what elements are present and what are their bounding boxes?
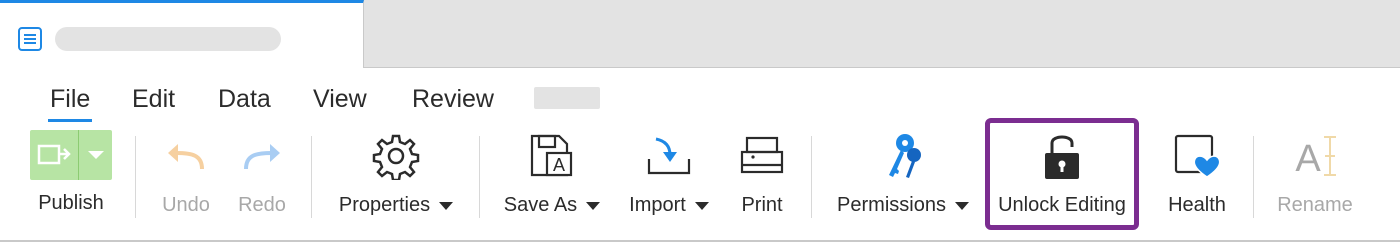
publish-split-button	[30, 130, 112, 180]
rename-text-cursor-icon: A	[1295, 136, 1336, 179]
ribbon-separator	[479, 136, 480, 218]
print-button[interactable]: Print	[734, 126, 790, 226]
menu-review[interactable]: Review	[412, 80, 494, 118]
ribbon-separator	[1253, 136, 1254, 218]
chevron-down-icon	[954, 201, 969, 210]
keys-icon	[889, 134, 921, 178]
document-lines-icon	[18, 27, 42, 51]
unlock-editing-highlight	[985, 118, 1139, 230]
tab-strip-border	[364, 67, 1400, 68]
ribbon-bottom-border	[0, 240, 1400, 242]
redo-button[interactable]: Redo	[228, 126, 296, 226]
properties-button[interactable]: Properties	[334, 126, 458, 226]
chevron-down-icon	[439, 201, 454, 210]
health-button[interactable]: Health	[1164, 126, 1230, 226]
import-button[interactable]: Import	[622, 126, 716, 226]
chevron-down-icon	[694, 201, 709, 210]
printer-icon	[740, 136, 784, 174]
rename-button[interactable]: A Rename	[1274, 126, 1356, 226]
document-tab[interactable]	[0, 0, 364, 68]
ribbon-toolbar: Publish Undo Redo Properties A Save As I…	[0, 118, 1400, 242]
print-label: Print	[741, 194, 783, 216]
svg-text:A: A	[553, 155, 565, 175]
permissions-label: Permissions	[837, 194, 946, 216]
ribbon-separator	[811, 136, 812, 218]
tab-title	[55, 27, 281, 51]
undo-arrow-icon	[168, 144, 204, 170]
undo-label: Undo	[162, 194, 210, 216]
health-heart-icon	[1174, 134, 1221, 178]
ribbon-separator	[311, 136, 312, 218]
publish-button[interactable]	[30, 130, 78, 180]
gear-icon	[372, 134, 420, 180]
save-as-label: Save As	[503, 194, 578, 216]
tab-strip	[0, 0, 1400, 68]
menu-item-redacted[interactable]	[534, 87, 600, 109]
publish-dropdown-button[interactable]	[79, 130, 112, 180]
menu-bar: File Edit Data View Review	[0, 80, 1400, 122]
save-as-icon: A	[530, 134, 573, 177]
rename-label: Rename	[1277, 194, 1353, 216]
menu-file[interactable]: File	[47, 80, 93, 122]
health-label: Health	[1168, 194, 1226, 216]
chevron-down-icon	[87, 151, 104, 159]
publish-icon	[37, 144, 71, 165]
ribbon-separator	[135, 136, 136, 218]
publish-label: Publish	[38, 192, 104, 214]
permissions-button[interactable]: Permissions	[834, 126, 972, 226]
save-as-button[interactable]: A Save As	[502, 126, 602, 226]
menu-view[interactable]: View	[313, 80, 367, 118]
import-label: Import	[629, 194, 686, 216]
properties-label: Properties	[338, 194, 431, 216]
redo-arrow-icon	[244, 144, 280, 170]
undo-button[interactable]: Undo	[152, 126, 220, 226]
svg-text:A: A	[1295, 138, 1321, 179]
redo-label: Redo	[238, 194, 286, 216]
menu-edit[interactable]: Edit	[132, 80, 175, 118]
menu-data[interactable]: Data	[218, 80, 271, 118]
chevron-down-icon	[586, 201, 601, 210]
import-tray-icon	[647, 137, 691, 175]
